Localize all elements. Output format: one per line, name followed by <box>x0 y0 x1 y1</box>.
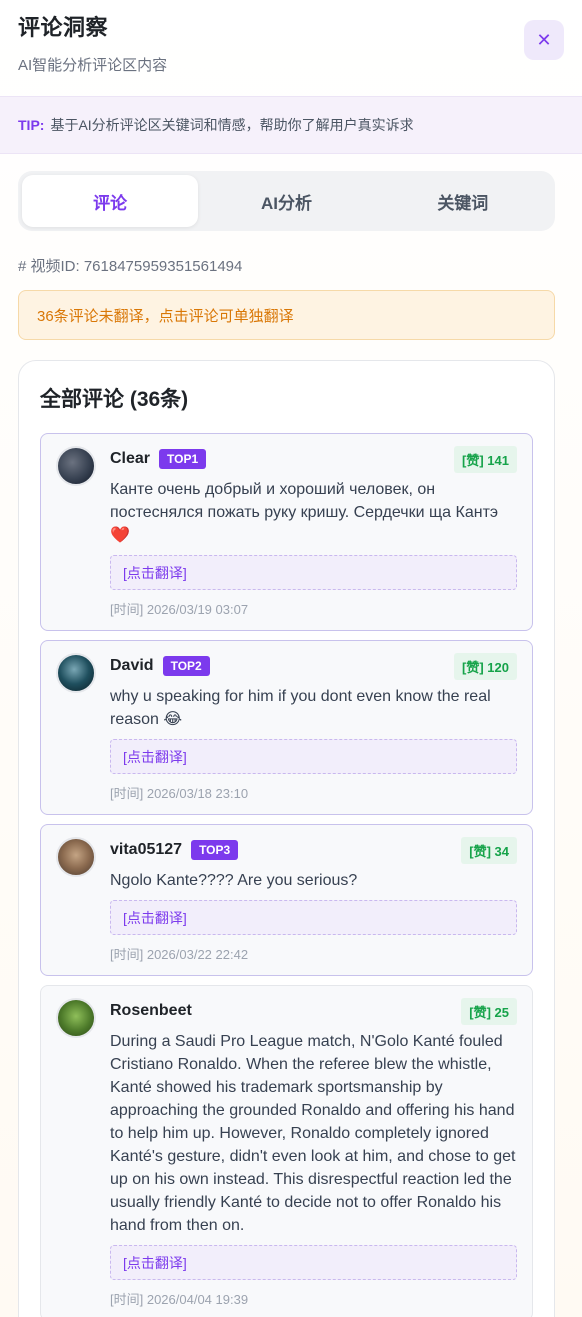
comments-panel: 全部评论 (36条) Clear TOP1 [赞] 141 Канте очен… <box>18 360 555 1317</box>
comment-author: Rosenbeet <box>110 1002 192 1019</box>
tab-keywords[interactable]: 关键词 <box>375 175 551 227</box>
video-id: # 视频ID: 7618475959351561494 <box>18 258 243 275</box>
comment-text: why u speaking for him if you dont even … <box>110 688 491 728</box>
header: 评论洞察 AI智能分析评论区内容 ✕ <box>0 0 582 96</box>
avatar <box>56 837 96 877</box>
translate-button[interactable]: [点击翻译] <box>110 739 517 774</box>
comment-time: [时间] 2026/03/22 22:42 <box>110 947 249 962</box>
comments-panel-title: 全部评论 (36条) <box>40 388 189 411</box>
top-badge: TOP3 <box>191 840 239 860</box>
comment-time: [时间] 2026/03/19 03:07 <box>110 602 249 617</box>
comment-item[interactable]: Rosenbeet [赞] 25 During a Saudi Pro Leag… <box>40 985 533 1317</box>
translate-button[interactable]: [点击翻译] <box>110 555 517 590</box>
close-icon: ✕ <box>536 29 552 50</box>
comment-author: David <box>110 657 154 674</box>
comment-text: Канте очень добрый и хороший человек, он… <box>110 481 499 544</box>
comment-item[interactable]: vita05127 TOP3 [赞] 34 Ngolo Kante???? Ar… <box>40 824 533 976</box>
page-title: 评论洞察 <box>18 15 109 40</box>
tab-ai-analysis[interactable]: AI分析 <box>198 175 374 227</box>
comment-time: [时间] 2026/04/04 19:39 <box>110 1292 249 1307</box>
tab-comments[interactable]: 评论 <box>22 175 199 227</box>
comment-time: [时间] 2026/03/18 23:10 <box>110 786 249 801</box>
like-count: [赞] 25 <box>461 997 517 1025</box>
comment-author: vita05127 <box>110 841 183 858</box>
tip-text: 基于AI分析评论区关键词和情感，帮助你了解用户真实诉求 <box>50 117 414 133</box>
top-badge: TOP1 <box>159 449 207 469</box>
avatar <box>56 446 96 486</box>
translate-button[interactable]: [点击翻译] <box>110 900 517 935</box>
avatar <box>56 998 96 1038</box>
close-button[interactable]: ✕ <box>524 20 564 60</box>
tip-bar: TIP: 基于AI分析评论区关键词和情感，帮助你了解用户真实诉求 <box>0 96 582 154</box>
like-count: [赞] 120 <box>454 652 517 680</box>
comment-text: Ngolo Kante???? Are you serious? <box>110 872 358 889</box>
like-count: [赞] 34 <box>461 836 517 864</box>
like-count: [赞] 141 <box>454 445 517 473</box>
comment-item[interactable]: Clear TOP1 [赞] 141 Канте очень добрый и … <box>40 433 533 631</box>
avatar <box>56 653 96 693</box>
tip-label: TIP: <box>18 117 45 133</box>
page-subtitle: AI智能分析评论区内容 <box>18 57 168 74</box>
translate-button[interactable]: [点击翻译] <box>110 1245 517 1280</box>
comment-item[interactable]: David TOP2 [赞] 120 why u speaking for hi… <box>40 640 533 815</box>
tab-bar: 评论 AI分析 关键词 <box>18 171 555 231</box>
comment-text: During a Saudi Pro League match, N'Golo … <box>110 1033 516 1234</box>
top-badge: TOP2 <box>162 656 210 676</box>
comment-author: Clear <box>110 450 151 467</box>
untranslated-notice: 36条评论未翻译，点击评论可单独翻译 <box>18 290 555 340</box>
